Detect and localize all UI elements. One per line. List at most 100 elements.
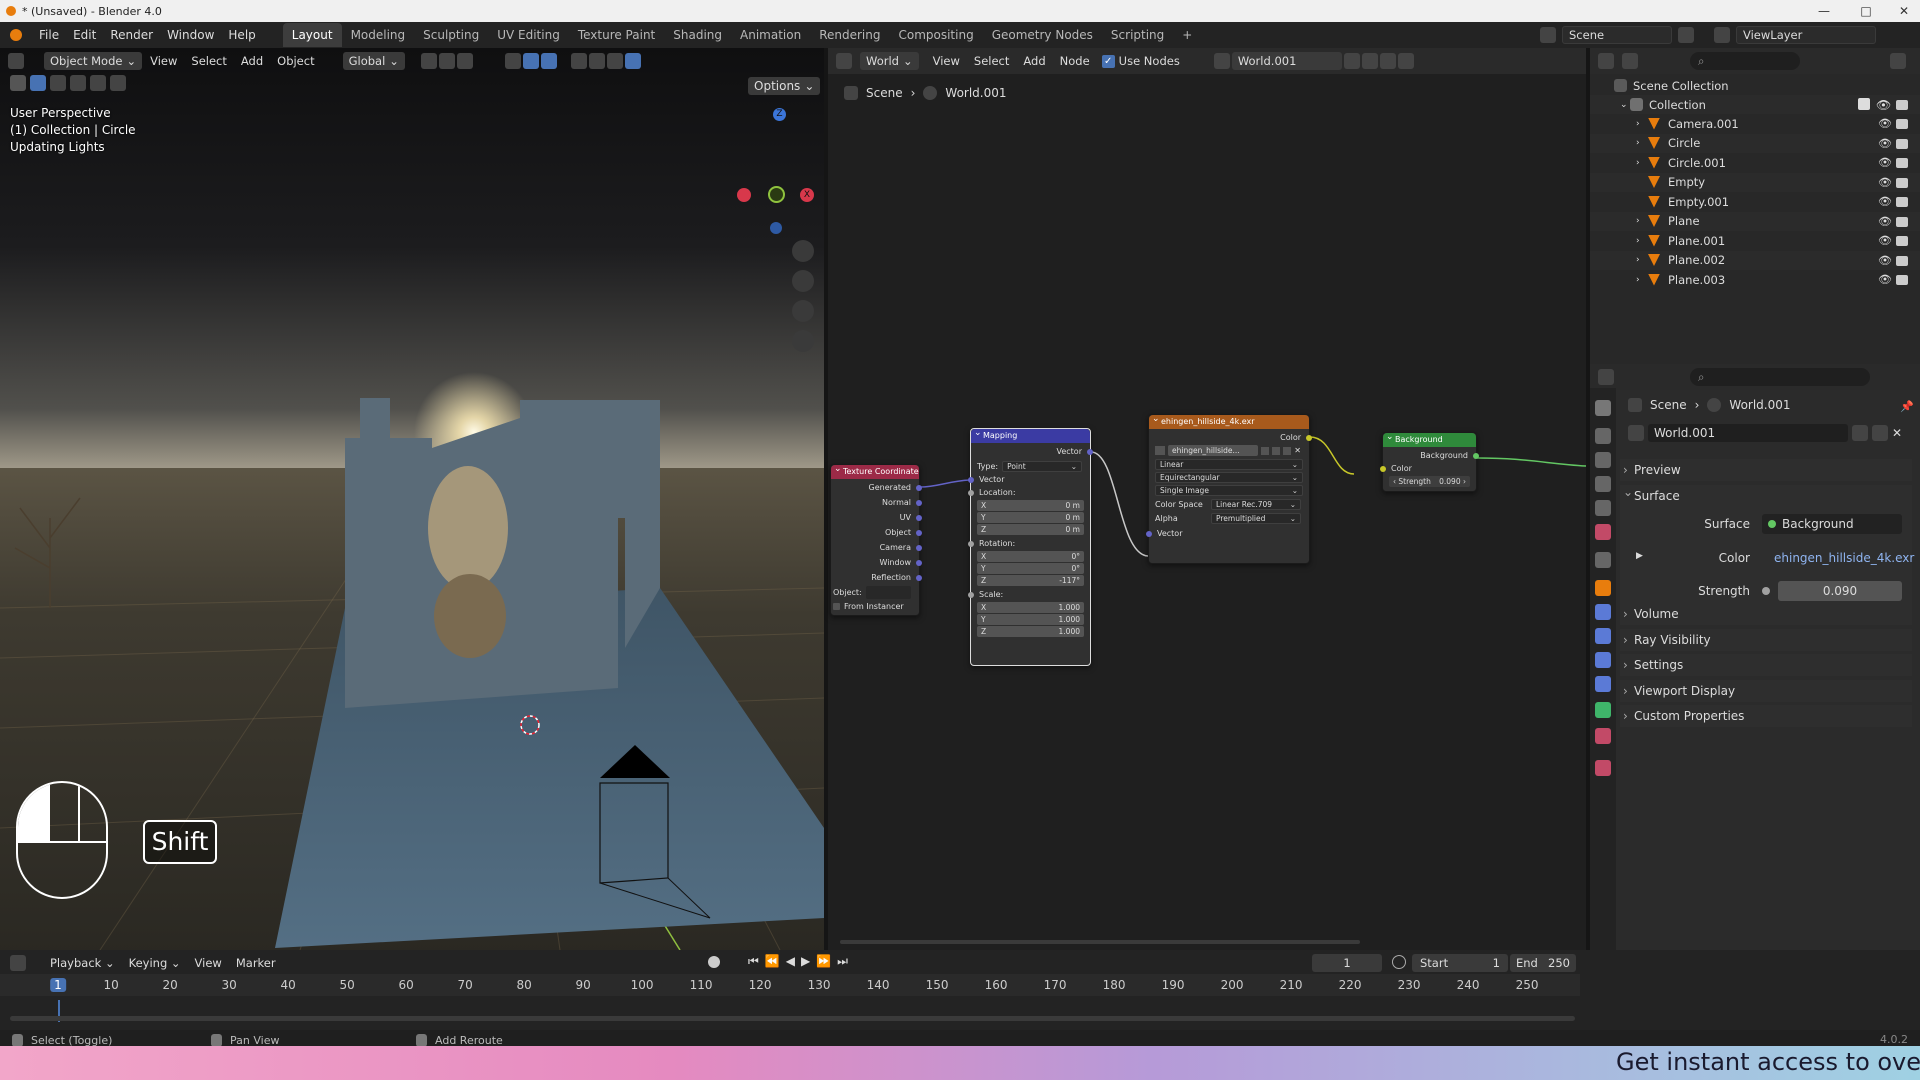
properties-editor-type-icon[interactable] [1598, 369, 1614, 385]
outliner-collection[interactable]: ⌄ Collection 👁 [1590, 95, 1920, 114]
visibility-eye-icon[interactable]: 👁 [1878, 273, 1892, 286]
gizmo-neg-z-axis[interactable] [770, 222, 782, 234]
new-scene-icon[interactable] [1678, 27, 1694, 43]
render-camera-icon[interactable] [1896, 158, 1908, 168]
visibility-eye-icon[interactable]: 👁 [1878, 156, 1892, 169]
panel-viewport-display[interactable]: Viewport Display [1620, 680, 1912, 702]
location-x-field[interactable]: X0 m [977, 500, 1084, 511]
material-tab-icon[interactable] [1595, 728, 1611, 744]
timeline-marker-menu[interactable]: Marker [230, 953, 282, 973]
tab-layout[interactable]: Layout [282, 23, 342, 47]
outliner-search-input[interactable]: ⌕ [1690, 52, 1800, 70]
node-mapping[interactable]: Mapping Vector Type:Point⌄ Vector Locati… [968, 426, 1093, 666]
start-frame-field[interactable]: Start 1 [1412, 954, 1508, 972]
panel-settings[interactable]: Settings [1620, 654, 1912, 676]
render-camera-icon[interactable] [1896, 255, 1908, 266]
modifier-tab-icon[interactable] [1595, 604, 1611, 620]
render-camera-icon[interactable] [1896, 275, 1908, 285]
view-layer-tab-icon[interactable] [1595, 476, 1611, 492]
outliner-item[interactable]: › Plane.001 👁 [1590, 231, 1920, 250]
envtex-colorspace-row[interactable]: Color Space Linear Rec.709 ⌄ [1149, 498, 1309, 511]
panel-surface[interactable]: Surface [1620, 481, 1912, 507]
tab-uv-editing[interactable]: UV Editing [488, 23, 569, 47]
visibility-eye-icon[interactable]: 👁 [1878, 176, 1892, 189]
menu-window[interactable]: Window [160, 22, 221, 48]
preview-range-icon[interactable] [1392, 955, 1406, 969]
outliner-item[interactable]: › Circle 👁 [1590, 133, 1920, 153]
tab-geometry-nodes[interactable]: Geometry Nodes [983, 23, 1102, 47]
image-unlink-icon[interactable]: ✕ [1294, 444, 1301, 457]
tab-compositing[interactable]: Compositing [889, 23, 982, 47]
expand-icon[interactable]: › [1636, 255, 1648, 265]
gizmo-y-axis-ring[interactable] [768, 186, 785, 203]
end-frame-field[interactable]: End 250 [1510, 954, 1576, 972]
collection-tab-icon[interactable] [1595, 552, 1611, 568]
visibility-eye-icon[interactable]: 👁 [1878, 137, 1892, 150]
particles-tab-icon[interactable] [1595, 628, 1611, 644]
rotation-x-field[interactable]: X 0° [977, 551, 1084, 562]
props-fake-user-icon[interactable] [1852, 425, 1868, 441]
render-camera-icon[interactable] [1896, 197, 1908, 207]
outliner-item[interactable]: › Plane.003 👁 [1590, 270, 1920, 289]
texture-tab-icon[interactable] [1595, 760, 1611, 776]
color-expand-icon[interactable]: ▶ [1636, 551, 1643, 561]
outliner-item[interactable]: › Plane.002 👁 [1590, 250, 1920, 270]
zoom-icon[interactable] [792, 240, 814, 262]
strength-field[interactable]: 0.090 [1778, 581, 1902, 601]
node-background[interactable]: Background Background Color ‹ Strength0.… [1380, 430, 1479, 492]
expand-icon[interactable]: › [1636, 275, 1648, 285]
props-new-world-icon[interactable] [1872, 425, 1888, 441]
node-texture-coordinate[interactable]: Texture Coordinate Generated Normal UV O… [830, 462, 922, 616]
tab-shading[interactable]: Shading [664, 23, 731, 47]
collection-render-icon[interactable] [1896, 100, 1908, 110]
3d-viewport[interactable]: Object Mode ⌄ View Select Add Object Glo… [0, 48, 824, 950]
panel-volume[interactable]: Volume [1620, 603, 1912, 625]
gizmo-z-axis[interactable]: Z [773, 108, 786, 121]
location-y-field[interactable]: Y0 m [977, 512, 1084, 523]
maximize-icon[interactable]: □ [1852, 0, 1880, 22]
image-duplicate-icon[interactable] [1272, 446, 1281, 455]
panel-custom-properties[interactable]: Custom Properties [1620, 705, 1912, 727]
outliner-editor-type-icon[interactable] [1598, 53, 1614, 69]
perspective-toggle-icon[interactable] [792, 330, 814, 352]
envtex-source-dropdown[interactable]: Single Image ⌄ [1155, 485, 1303, 496]
record-icon[interactable] [708, 956, 720, 968]
panel-preview[interactable]: Preview [1620, 459, 1912, 481]
props-unlink-icon[interactable]: ✕ [1892, 426, 1902, 440]
expand-icon[interactable]: › [1636, 158, 1648, 168]
envtex-image-field[interactable]: ehingen_hillside... ✕ [1149, 444, 1309, 457]
tab-modeling[interactable]: Modeling [342, 23, 415, 47]
texcoord-object-field[interactable]: Object: [831, 586, 919, 599]
camera-view-icon[interactable] [792, 300, 814, 322]
view-layer-selector[interactable]: ViewLayer [1736, 26, 1876, 44]
background-strength-field[interactable]: ‹ Strength 0.090 › [1389, 476, 1470, 487]
timeline-scrollbar[interactable] [10, 1016, 1575, 1021]
panel-ray-visibility[interactable]: Ray Visibility [1620, 629, 1912, 651]
scene-tab-icon[interactable] [1595, 500, 1611, 516]
envtex-alpha-row[interactable]: Alpha Premultiplied ⌄ [1149, 512, 1309, 525]
render-camera-icon[interactable] [1896, 119, 1908, 129]
tab-scripting[interactable]: Scripting [1102, 23, 1173, 47]
collection-visibility-icon[interactable]: 👁 [1876, 98, 1891, 112]
node-editor-scrollbar[interactable] [840, 940, 1360, 944]
menu-file[interactable]: File [32, 22, 66, 48]
current-frame-field[interactable]: 1 [1312, 954, 1382, 972]
rotation-z-field[interactable]: Z -117° [977, 575, 1084, 586]
playback-controls[interactable]: ⏮⏪◀▶⏩⏭ [748, 954, 854, 969]
tab-texture-paint[interactable]: Texture Paint [569, 23, 664, 47]
object-tab-icon[interactable] [1595, 580, 1611, 596]
filter-icon[interactable] [1890, 53, 1906, 69]
location-z-field[interactable]: Z0 m [977, 524, 1084, 535]
navigation-gizmo[interactable]: Z X [736, 106, 816, 234]
props-pin-icon[interactable]: 📌 [1900, 400, 1914, 413]
image-browse-icon[interactable] [1155, 446, 1165, 455]
render-tab-icon[interactable] [1595, 428, 1611, 444]
image-fake-user-icon[interactable] [1261, 446, 1270, 455]
expand-icon[interactable]: › [1636, 119, 1648, 129]
close-window-icon[interactable]: ✕ [1890, 0, 1918, 22]
timeline-view-menu[interactable]: View [189, 953, 228, 973]
expand-icon[interactable]: › [1636, 138, 1648, 148]
surface-shader-field[interactable]: Background [1762, 514, 1902, 534]
scene-selector[interactable]: Scene [1562, 26, 1672, 44]
node-environment-texture[interactable]: ehingen_hillside_4k.exr Color ehingen_hi… [1146, 412, 1312, 564]
